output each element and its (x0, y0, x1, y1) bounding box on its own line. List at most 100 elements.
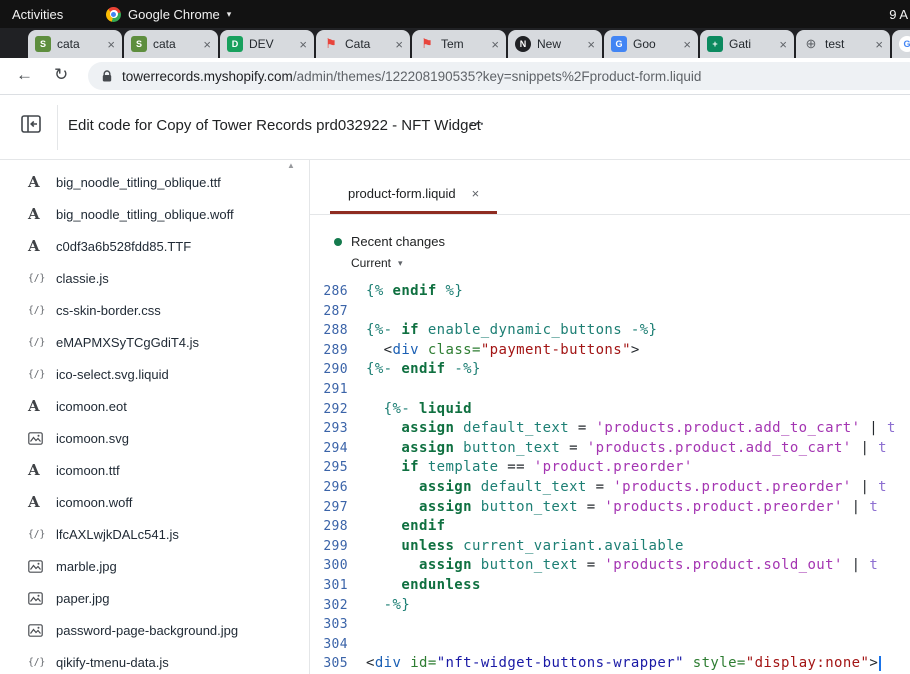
chevron-down-icon: ▾ (398, 258, 403, 269)
system-bar: Activities Google Chrome ▾ 9 A (0, 0, 910, 28)
line-number: 303 (310, 615, 358, 635)
file-item[interactable]: {/}qikify-tmenu-data.js (0, 646, 309, 674)
browser-tab[interactable]: G (892, 30, 910, 58)
google-docs-icon: G (611, 36, 627, 52)
code-line[interactable]: 287 (310, 302, 910, 322)
file-item[interactable]: icomoon.svg (0, 422, 309, 454)
code-line[interactable]: 300 assign button_text = 'products.produ… (310, 556, 910, 576)
close-icon[interactable]: × (683, 37, 691, 52)
font-file-icon: A (28, 205, 50, 223)
browser-tab[interactable]: ⚑Tem× (412, 30, 506, 58)
code-line[interactable]: 292 {%- liquid (310, 400, 910, 420)
browser-tab[interactable]: +Gati× (700, 30, 794, 58)
file-name: lfcAXLwjkDALc541.js (56, 527, 179, 542)
more-actions-button[interactable]: ••• (470, 119, 485, 129)
file-item[interactable]: Abig_noodle_titling_oblique.ttf (0, 166, 309, 198)
code-line[interactable]: 299 unless current_variant.available (310, 537, 910, 557)
file-item[interactable]: Abig_noodle_titling_oblique.woff (0, 198, 309, 230)
code-line[interactable]: 286{% endif %} (310, 282, 910, 302)
chrome-app-menu[interactable]: Google Chrome ▾ (106, 7, 231, 22)
close-icon[interactable]: × (107, 37, 115, 52)
code-line[interactable]: 304 (310, 635, 910, 655)
code-line[interactable]: 296 assign default_text = 'products.prod… (310, 478, 910, 498)
code-file-icon: {/} (28, 657, 50, 668)
file-item[interactable]: {/}eMAPMXSyTCgGdiT4.js (0, 326, 309, 358)
code-line[interactable]: 295 if template == 'product.preorder' (310, 458, 910, 478)
code-line[interactable]: 297 assign button_text = 'products.produ… (310, 498, 910, 518)
chevron-down-icon: ▾ (227, 9, 232, 20)
recent-changes-label: Recent changes (351, 234, 445, 249)
file-item[interactable]: marble.jpg (0, 550, 309, 582)
line-number: 299 (310, 537, 358, 557)
back-button[interactable]: ← (16, 65, 33, 85)
file-item[interactable]: {/}classie.js (0, 262, 309, 294)
close-icon[interactable]: × (472, 186, 480, 201)
file-item[interactable]: {/}ico-select.svg.liquid (0, 358, 309, 390)
file-item[interactable]: Aicomoon.eot (0, 390, 309, 422)
file-item[interactable]: Aicomoon.woff (0, 486, 309, 518)
toggle-sidebar-button[interactable] (17, 112, 45, 140)
browser-tab[interactable]: DDEV× (220, 30, 314, 58)
tab-label: Gati (729, 37, 775, 51)
close-icon[interactable]: × (299, 37, 307, 52)
line-number: 286 (310, 282, 358, 302)
file-name: cs-skin-border.css (56, 303, 161, 318)
browser-tab[interactable]: NNew× (508, 30, 602, 58)
line-number: 296 (310, 478, 358, 498)
close-icon[interactable]: × (203, 37, 211, 52)
file-item[interactable]: Aicomoon.ttf (0, 454, 309, 486)
line-text: endif (358, 517, 445, 537)
code-file-icon: {/} (28, 273, 50, 284)
close-icon[interactable]: × (395, 37, 403, 52)
code-file-icon: {/} (28, 305, 50, 316)
code-line[interactable]: 298 endif (310, 517, 910, 537)
close-icon[interactable]: × (587, 37, 595, 52)
file-item[interactable]: paper.jpg (0, 582, 309, 614)
browser-tab[interactable]: ⚑Cata× (316, 30, 410, 58)
file-item[interactable]: password-page-background.jpg (0, 614, 309, 646)
code-line[interactable]: 294 assign button_text = 'products.produ… (310, 439, 910, 459)
close-icon[interactable]: × (491, 37, 499, 52)
browser-tab[interactable]: ⊕test× (796, 30, 890, 58)
code-area[interactable]: 286{% endif %}287288{%- if enable_dynami… (310, 282, 910, 674)
scrollbar-up-icon[interactable]: ▲ (287, 161, 295, 170)
activities-button[interactable]: Activities (12, 7, 63, 22)
tab-label: cata (153, 37, 199, 51)
clock-label[interactable]: 9 A (889, 7, 908, 22)
browser-tab[interactable]: Scata× (28, 30, 122, 58)
file-item[interactable]: {/} cs-skin-border.css (0, 294, 309, 326)
image-file-icon (28, 624, 50, 637)
screen: Activities Google Chrome ▾ 9 A Scata×Sca… (0, 0, 910, 674)
close-icon[interactable]: × (779, 37, 787, 52)
code-line[interactable]: 302 -%} (310, 596, 910, 616)
file-item[interactable]: Ac0df3a6b528fdd85.TTF (0, 230, 309, 262)
line-number: 291 (310, 380, 358, 400)
line-text: {%- liquid (358, 400, 472, 420)
browser-tab[interactable]: GGoo× (604, 30, 698, 58)
code-line[interactable]: 291 (310, 380, 910, 400)
version-dropdown[interactable]: Current ▾ (351, 256, 445, 270)
line-number: 302 (310, 596, 358, 616)
code-line[interactable]: 301 endunless (310, 576, 910, 596)
line-text: <div id="nft-widget-buttons-wrapper" sty… (358, 654, 881, 674)
file-name: c0df3a6b528fdd85.TTF (56, 239, 191, 254)
line-number: 295 (310, 458, 358, 478)
page-header: Edit code for Copy of Tower Records prd0… (0, 95, 910, 160)
code-line[interactable]: 289 <div class="payment-buttons"> (310, 341, 910, 361)
tab-label: test (825, 37, 871, 51)
asset-list: Abig_noodle_titling_oblique.ttfAbig_nood… (0, 160, 310, 674)
editor-file-tab[interactable]: product-form.liquid × (330, 176, 497, 214)
reload-button[interactable]: ↻ (54, 65, 68, 85)
browser-tab[interactable]: Scata× (124, 30, 218, 58)
code-line[interactable]: 290{%- endif -%} (310, 360, 910, 380)
close-icon[interactable]: × (875, 37, 883, 52)
code-line[interactable]: 293 assign default_text = 'products.prod… (310, 419, 910, 439)
code-line[interactable]: 288{%- if enable_dynamic_buttons -%} (310, 321, 910, 341)
font-file-icon: A (28, 397, 50, 415)
lock-icon[interactable] (101, 70, 113, 83)
code-line[interactable]: 303 (310, 615, 910, 635)
status-dot-icon (334, 238, 342, 246)
file-item[interactable]: {/}lfcAXLwjkDALc541.js (0, 518, 309, 550)
code-line[interactable]: 305<div id="nft-widget-buttons-wrapper" … (310, 654, 910, 674)
address-bar[interactable]: towerrecords.myshopify.com/admin/themes/… (88, 62, 910, 90)
